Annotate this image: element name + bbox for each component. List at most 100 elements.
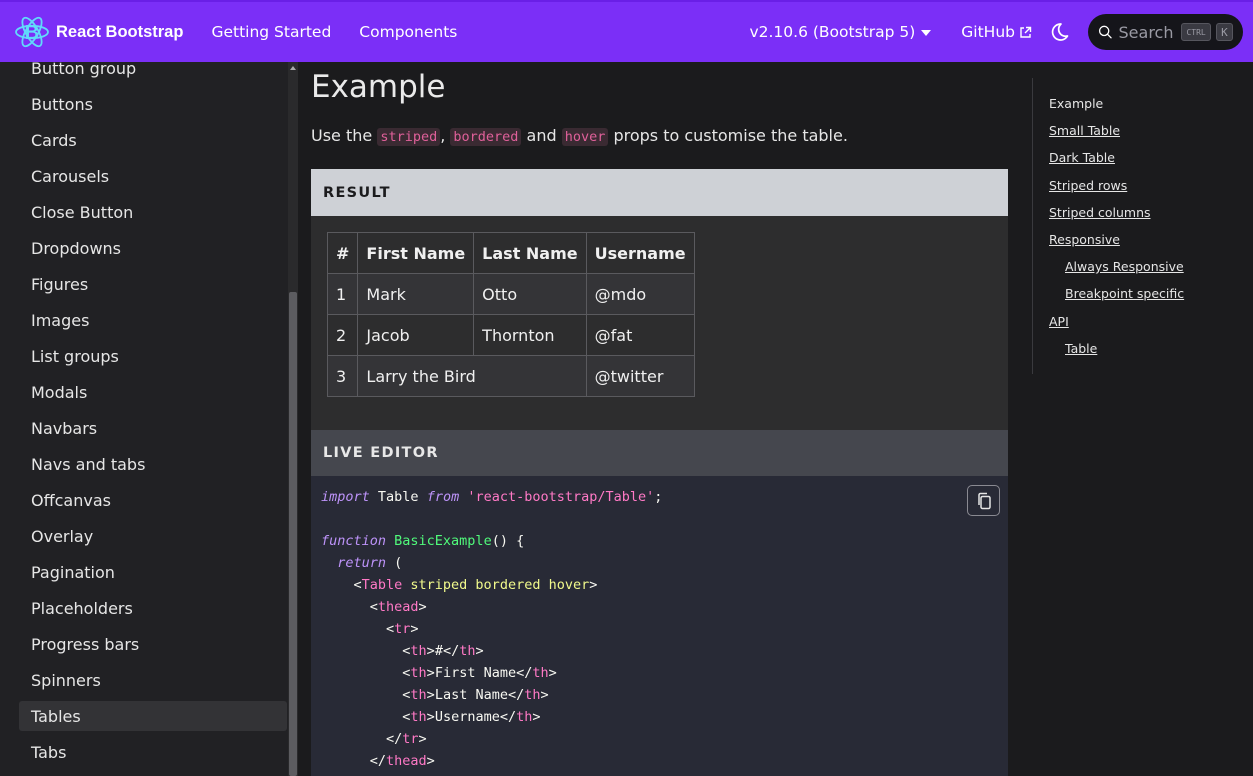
code-token: <	[321, 577, 362, 593]
sidebar-item-button-group[interactable]: Button group	[19, 62, 287, 83]
code-token: thead	[386, 753, 427, 769]
code-token: th	[410, 643, 427, 659]
scroll-up-arrow-icon[interactable]	[290, 66, 296, 70]
code-line: <th>Username</th>	[321, 709, 541, 725]
sidebar-item-offcanvas[interactable]: Offcanvas	[19, 485, 287, 515]
sidebar-item-placeholders[interactable]: Placeholders	[19, 593, 287, 623]
toc-item-striped-rows[interactable]: Striped rows	[1049, 178, 1127, 193]
code-line: <th>#</th>	[321, 643, 484, 659]
table-cell: @mdo	[585, 273, 695, 315]
toc-item-api[interactable]: API	[1049, 314, 1069, 329]
sidebar-item-navs-and-tabs[interactable]: Navs and tabs	[19, 449, 287, 479]
code-token: #	[434, 643, 443, 659]
live-code-editor[interactable]: import Table from 'react-bootstrap/Table…	[311, 476, 1008, 776]
sidebar-item-modals[interactable]: Modals	[19, 377, 287, 407]
copy-icon	[977, 492, 991, 509]
desc-sep-2: and	[521, 126, 562, 145]
sidebar-scrollbar[interactable]	[288, 62, 298, 776]
code-token: thead	[377, 599, 419, 615]
code-line: </tr>	[321, 731, 427, 747]
caret-down-icon	[921, 30, 932, 36]
code-line: <thead>	[321, 596, 427, 618]
toc-item-responsive[interactable]: Responsive	[1049, 232, 1120, 247]
table-header-cell: Username	[585, 232, 695, 274]
code-token: th	[459, 643, 476, 659]
code-token: >	[589, 577, 598, 593]
code-token: th	[516, 709, 533, 725]
code-token: from	[426, 489, 460, 505]
toc-item-api-table[interactable]: Table	[1065, 341, 1097, 356]
code-token: tr	[394, 621, 411, 637]
code-line: </thead>	[321, 753, 435, 769]
brand-name: React Bootstrap	[56, 22, 184, 41]
table-cell: Otto	[473, 273, 587, 315]
desc-text-pre: Use the	[311, 126, 378, 145]
code-token: Last Name	[434, 687, 508, 703]
example-table: # First Name Last Name Username 1 Mark O…	[326, 232, 695, 397]
code-token: () {	[491, 533, 525, 549]
sidebar-item-tabs[interactable]: Tabs	[19, 737, 287, 767]
toc-item-dark-table[interactable]: Dark Table	[1049, 150, 1115, 165]
sidebar-item-overlay[interactable]: Overlay	[19, 521, 287, 551]
sidebar-item-dropdowns[interactable]: Dropdowns	[19, 233, 287, 263]
table-row: 2 Jacob Thornton @fat	[326, 314, 695, 356]
github-link[interactable]: GitHub	[961, 23, 1032, 41]
version-dropdown[interactable]: v2.10.6 (Bootstrap 5)	[749, 23, 932, 41]
code-bordered: bordered	[450, 128, 522, 146]
search-icon	[1098, 25, 1112, 39]
sidebar-item-spinners[interactable]: Spinners	[19, 665, 287, 695]
sidebar: Button group Buttons Cards Carousels Clo…	[0, 62, 288, 776]
brand-link[interactable]: B React Bootstrap	[14, 14, 183, 50]
code-token: Table	[369, 489, 427, 505]
table-row: 3 Larry the Bird @twitter	[326, 355, 695, 397]
table-header-cell: Last Name	[473, 232, 587, 274]
code-token: import	[321, 489, 370, 505]
desc-text-post: props to customise the table.	[608, 126, 848, 145]
code-token: BasicExample	[386, 533, 492, 549]
result-panel: # First Name Last Name Username 1 Mark O…	[311, 216, 1008, 430]
sidebar-item-cards[interactable]: Cards	[19, 125, 287, 155]
nav-components[interactable]: Components	[359, 23, 457, 41]
sidebar-item-navbars[interactable]: Navbars	[19, 413, 287, 443]
toc-item-example[interactable]: Example	[1049, 96, 1103, 111]
code-token: striped bordered hover	[402, 577, 590, 593]
sidebar-item-pagination[interactable]: Pagination	[19, 557, 287, 587]
toc-item-small-table[interactable]: Small Table	[1049, 123, 1120, 138]
code-token: th	[410, 709, 427, 725]
nav-getting-started[interactable]: Getting Started	[211, 23, 331, 41]
code-line: import Table from 'react-bootstrap/Table…	[321, 486, 662, 508]
react-bootstrap-logo-icon: B	[15, 16, 49, 48]
navbar-right: v2.10.6 (Bootstrap 5) GitHub Search CTRL…	[749, 2, 1243, 62]
code-line: <Table striped bordered hover>	[321, 574, 598, 596]
sidebar-item-figures[interactable]: Figures	[19, 269, 287, 299]
toc-item-striped-columns[interactable]: Striped columns	[1049, 205, 1151, 220]
live-editor-header: LIVE EDITOR	[311, 430, 1008, 476]
toc-item-breakpoint-specific[interactable]: Breakpoint specific	[1065, 286, 1184, 301]
search-button[interactable]: Search CTRL K	[1088, 14, 1243, 50]
moon-icon[interactable]	[1048, 21, 1070, 43]
code-token: (	[386, 555, 403, 571]
sidebar-item-buttons[interactable]: Buttons	[19, 89, 287, 119]
code-line: <tr>	[321, 618, 419, 640]
sidebar-item-close-button[interactable]: Close Button	[19, 197, 287, 227]
table-header-row: # First Name Last Name Username	[326, 232, 695, 274]
kbd-ctrl: CTRL	[1181, 23, 1211, 41]
code-hover: hover	[561, 128, 609, 146]
sidebar-item-progress-bars[interactable]: Progress bars	[19, 629, 287, 659]
toc-item-always-responsive[interactable]: Always Responsive	[1065, 259, 1184, 274]
table-cell: @fat	[585, 314, 695, 356]
code-token: return	[321, 555, 387, 571]
table-cell: 1	[326, 273, 359, 315]
sidebar-item-carousels[interactable]: Carousels	[19, 161, 287, 191]
code-token: th	[532, 665, 549, 681]
sidebar-item-tables[interactable]: Tables	[19, 701, 287, 731]
sidebar-item-images[interactable]: Images	[19, 305, 287, 335]
copy-code-button[interactable]	[967, 485, 1000, 516]
svg-text:B: B	[25, 22, 39, 44]
table-header-cell: #	[326, 232, 359, 274]
code-token: th	[410, 687, 427, 703]
scroll-thumb[interactable]	[289, 292, 297, 776]
sidebar-item-list-groups[interactable]: List groups	[19, 341, 287, 371]
version-label: v2.10.6 (Bootstrap 5)	[749, 23, 916, 41]
table-row: 1 Mark Otto @mdo	[326, 273, 695, 315]
